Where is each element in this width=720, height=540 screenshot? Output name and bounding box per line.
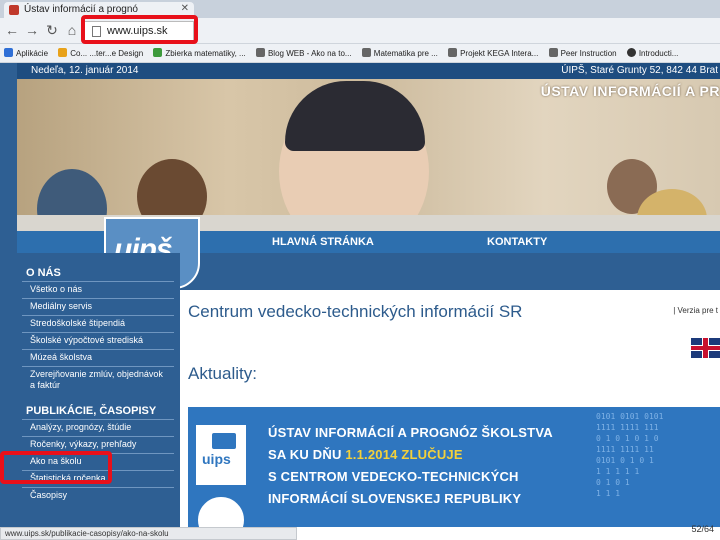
uk-flag-icon[interactable]: [691, 338, 720, 358]
banner-line-4: INFORMÁCIÍ SLOVENSKEJ REPUBLIKY: [268, 491, 522, 506]
forward-icon[interactable]: →: [24, 22, 40, 38]
tab-title: Ústav informácií a prognó: [24, 4, 138, 15]
url-highlight-box: [81, 15, 198, 44]
status-bar: www.uips.sk/publikacie-casopisy/ako-na-s…: [0, 527, 297, 540]
sidebar-item-yearbooks[interactable]: Ročenky, výkazy, prehľady: [22, 436, 174, 450]
sidebar-item-computing-centers[interactable]: Školské výpočtové strediská: [22, 332, 174, 346]
top-info-strip: Nedeľa, 12. január 2014 ÚIPŠ, Staré Grun…: [17, 63, 720, 79]
sidebar-section-about: O NÁS: [26, 267, 61, 279]
apps-icon: [4, 48, 13, 57]
bookmark-item[interactable]: Co... ...ter...e Design: [54, 44, 147, 62]
binary-pattern: 0101 0101 0101 1111 1111 111 0 1 0 1 0 1…: [596, 412, 664, 498]
sidebar-item-museums[interactable]: Múzeá školstva: [22, 349, 174, 363]
bookmarks-bar: Aplikácie Co... ...ter...e Design Zbierk…: [0, 44, 720, 63]
reload-icon[interactable]: ↻: [44, 22, 60, 38]
back-icon[interactable]: ←: [4, 22, 20, 38]
news-heading: Aktuality:: [188, 364, 257, 383]
bookmark-icon: [548, 48, 558, 57]
cvti-seal-icon: [196, 495, 246, 527]
sidebar-item-media[interactable]: Mediálny servis: [22, 298, 174, 312]
version-link[interactable]: | Verzia pre t: [673, 306, 718, 315]
hero-photo-beanie: [285, 81, 425, 151]
slide-counter: 52/64: [691, 524, 714, 534]
bookmark-icon: [58, 48, 68, 57]
home-icon[interactable]: ⌂: [64, 22, 80, 38]
institution-address: ÚIPŠ, Staré Grunty 52, 842 44 Brat: [561, 65, 718, 76]
bookmark-item[interactable]: Projekt KEGA Intera...: [444, 44, 542, 62]
bookmark-icon: [153, 48, 163, 57]
sidebar-item-about[interactable]: Všetko o nás: [22, 281, 174, 295]
bookmark-icon: [255, 48, 265, 57]
news-banner[interactable]: 0101 0101 0101 1111 1111 111 0 1 0 1 0 1…: [188, 407, 720, 527]
banner-line-1: ÚSTAV INFORMÁCIÍ A PROGNÓZ ŠKOLSTVA: [268, 425, 553, 440]
sidebar-item-analyses[interactable]: Analýzy, prognózy, štúdie: [22, 419, 174, 433]
sidebar-menu: O NÁS Všetko o nás Mediálny servis Stred…: [17, 253, 180, 527]
banner-line-2: SA KU DŇU 1.1.2014 ZLUČUJE: [268, 447, 463, 462]
sidebar-section-publications: PUBLIKÁCIE, ČASOPISY: [26, 405, 157, 417]
close-tab-icon[interactable]: ✕: [181, 3, 189, 14]
bookmark-item[interactable]: Introducti...: [623, 44, 683, 62]
bookmark-icon: [448, 48, 458, 57]
sidebar-item-contracts[interactable]: Zverejňovanie zmlúv, objednávok a faktúr: [22, 366, 174, 391]
banner-line-3: S CENTROM VEDECKO-TECHNICKÝCH: [268, 469, 519, 484]
nav-contacts-link[interactable]: KONTAKTY: [487, 236, 547, 248]
content-title: Centrum vedecko-technických informácií S…: [188, 302, 523, 321]
bookmark-item[interactable]: Zbierka matematiky, ...: [149, 44, 249, 62]
bookmark-icon: [361, 48, 371, 57]
hero-title: ÚSTAV INFORMÁCIÍ A PR: [540, 83, 720, 99]
favicon-icon: [9, 5, 19, 15]
bookmark-item[interactable]: Peer Instruction: [545, 44, 621, 62]
banner-uips-logo: uips: [196, 425, 246, 485]
nav-home-link[interactable]: HLAVNÁ STRÁNKA: [272, 236, 374, 248]
book-icon: [212, 433, 236, 449]
current-date: Nedeľa, 12. január 2014: [31, 65, 139, 76]
bookmark-item[interactable]: Blog WEB - Ako na to...: [252, 44, 356, 62]
bookmark-item[interactable]: Matematika pre ...: [358, 44, 442, 62]
bookmark-item[interactable]: Aplikácie: [0, 44, 52, 62]
info-icon: [626, 48, 636, 57]
sidebar-item-journals[interactable]: Časopisy: [22, 487, 174, 501]
sidebar-item-scholarships[interactable]: Stredoškolské štipendiá: [22, 315, 174, 329]
ako-na-skolu-highlight-box: [0, 451, 112, 484]
main-content: Centrum vedecko-technických informácií S…: [180, 290, 720, 527]
